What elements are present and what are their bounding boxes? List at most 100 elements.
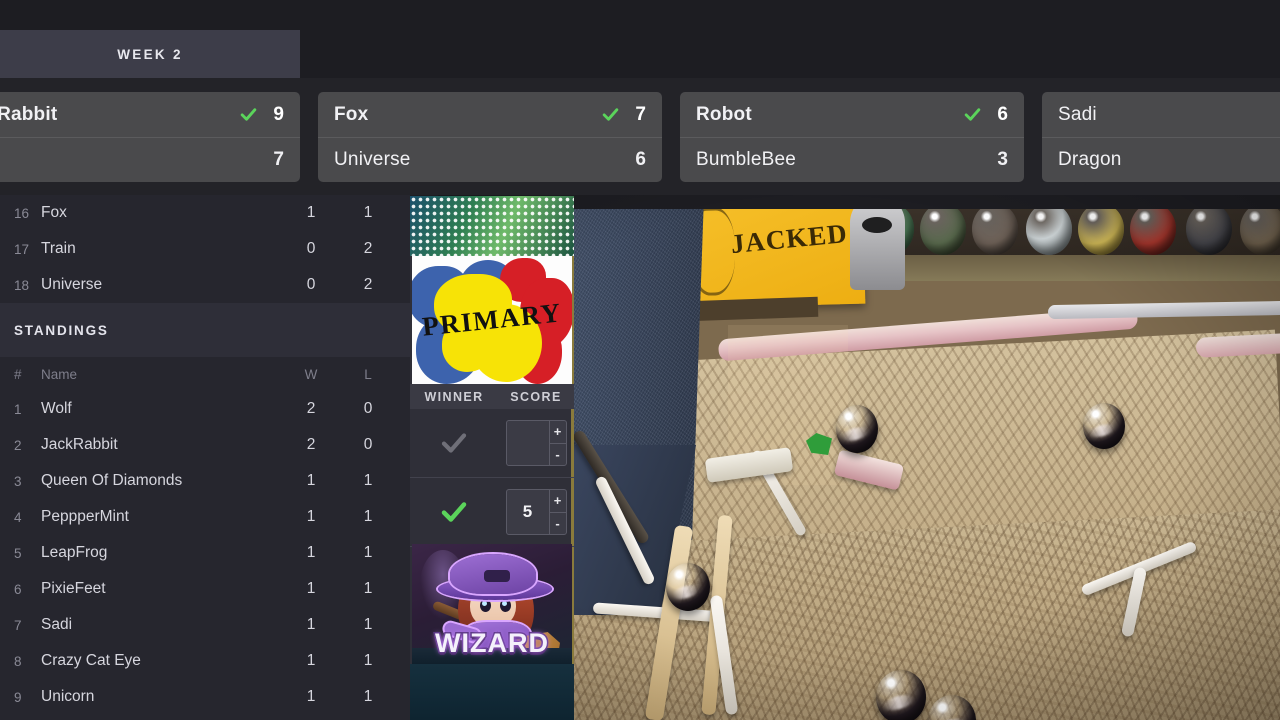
row-wins: 1: [306, 508, 316, 525]
row-name: Crazy Cat Eye: [41, 652, 141, 669]
match-team-score: 6: [997, 103, 1008, 125]
row-name: Wolf: [41, 400, 72, 417]
score-input[interactable]: 5: [507, 490, 549, 534]
check-icon: [441, 433, 467, 453]
row-name: PixieFeet: [41, 580, 106, 597]
list-item[interactable]: 3 Queen Of Diamonds 1 1: [0, 463, 410, 499]
match-team-name: Fox: [334, 103, 369, 125]
match-team-score: 3: [997, 149, 1008, 170]
score-increment-button[interactable]: +: [549, 421, 566, 444]
row-wins: 1: [306, 652, 316, 669]
match-row-bottom[interactable]: Dragon: [1042, 137, 1280, 182]
list-item[interactable]: 7 Sadi 1 1: [0, 607, 410, 643]
match-row-top[interactable]: Robot 6: [680, 92, 1024, 137]
video-marble: [876, 670, 926, 720]
row-name: Universe: [41, 276, 103, 293]
match-row-top[interactable]: Fox 7: [318, 92, 662, 137]
list-item[interactable]: 1 Wolf 2 0: [0, 391, 410, 427]
row-wins: 1: [306, 688, 316, 705]
row-wins: 0: [306, 240, 316, 257]
match-card[interactable]: Robot 6 BumbleBee 3: [680, 92, 1024, 182]
previous-rank-list: 16 Fox 1 1 17 Train 0 2 18 Universe 0 2: [0, 195, 410, 303]
row-losses: 0: [363, 400, 373, 417]
list-item[interactable]: 2 JackRabbit 2 0: [0, 427, 410, 463]
video-marble: [836, 405, 878, 453]
row-losses: 1: [363, 652, 373, 669]
score-increment-button[interactable]: +: [549, 490, 566, 513]
match-card[interactable]: JackRabbit 9 Train 7: [0, 92, 300, 182]
row-rank: 7: [14, 617, 22, 633]
video-shelf-lip: [858, 255, 1280, 281]
winner-checkbox[interactable]: [410, 497, 498, 527]
score-stepper[interactable]: 5 + -: [498, 489, 574, 535]
row-losses: 1: [363, 544, 373, 561]
standings-list: 1 Wolf 2 0 2 JackRabbit 2 0 3 Queen Of D…: [0, 391, 410, 715]
match-team-name: Sadi: [1058, 103, 1097, 125]
row-wins: 1: [306, 472, 316, 489]
match-card[interactable]: Sadi Dragon: [1042, 92, 1280, 182]
wizard-eye-left: [480, 599, 491, 612]
list-item[interactable]: 6 PixieFeet 1 1: [0, 571, 410, 607]
score-input[interactable]: [507, 421, 549, 465]
halftone-banner: [410, 196, 574, 256]
match-row-bottom[interactable]: BumbleBee 3: [680, 137, 1024, 182]
match-team-score: 7: [273, 149, 284, 170]
row-rank: 4: [14, 509, 22, 525]
table-row[interactable]: 18 Universe 0 2: [0, 267, 410, 303]
row-name: Sadi: [41, 616, 73, 633]
app-root: JACKED PRIMARY WINNER SCORE + - 5 + - WI…: [0, 0, 1280, 720]
match-row-top[interactable]: Sadi: [1042, 92, 1280, 137]
score-stepper[interactable]: + -: [498, 420, 574, 466]
video-track-rail-metal: [1047, 300, 1280, 320]
row-rank: 5: [14, 545, 22, 561]
wizard-logo-text: WIZARD: [434, 627, 550, 660]
match-team-name: BumbleBee: [696, 149, 797, 170]
winner-score-header: WINNER SCORE: [410, 384, 574, 409]
check-icon: [441, 502, 467, 522]
list-item[interactable]: 5 LeapFrog 1 1: [0, 535, 410, 571]
match-row-top[interactable]: JackRabbit 9: [0, 92, 300, 137]
match-card[interactable]: Fox 7 Universe 6: [318, 92, 662, 182]
video-marble: [1083, 403, 1125, 449]
match-winner-check: [594, 105, 620, 124]
winner-checkbox[interactable]: [410, 428, 498, 458]
match-team-score: 9: [273, 103, 284, 125]
row-losses: 1: [363, 508, 373, 525]
week-label: WEEK 2: [117, 46, 183, 62]
table-row[interactable]: 16 Fox 1 1: [0, 195, 410, 231]
row-wins: 1: [306, 204, 316, 221]
row-losses: 2: [363, 240, 373, 257]
row-rank: 1: [14, 401, 22, 417]
wizard-hat-band: [484, 570, 510, 582]
row-name: Train: [41, 240, 76, 257]
row-rank: 18: [14, 277, 30, 293]
widget-footer-strip: [410, 664, 574, 720]
match-team-name: JackRabbit: [0, 103, 58, 125]
standings-panel: 16 Fox 1 1 17 Train 0 2 18 Universe 0 2 …: [0, 195, 410, 720]
score-decrement-button[interactable]: -: [550, 444, 566, 466]
match-team-name: Universe: [334, 149, 411, 170]
match-row-bottom[interactable]: Universe 6: [318, 137, 662, 182]
row-rank: 3: [14, 473, 22, 489]
video-sign-base: [687, 296, 819, 322]
row-name: Queen Of Diamonds: [41, 472, 183, 489]
match-team-score: 6: [635, 149, 646, 170]
winner-score-row: 5 + -: [410, 478, 574, 547]
match-team-name: Dragon: [1058, 149, 1122, 170]
row-wins: 1: [306, 580, 316, 597]
matches-band: JackRabbit 9 Train 7 Fox 7 Unive: [0, 78, 1280, 195]
table-row[interactable]: 17 Train 0 2: [0, 231, 410, 267]
match-winner-check: [956, 105, 982, 124]
row-rank: 6: [14, 581, 22, 597]
sign-text: JACKED: [729, 218, 849, 260]
row-wins: 1: [306, 616, 316, 633]
row-rank: 8: [14, 653, 22, 669]
list-item[interactable]: 9 Unicorn 1 1: [0, 679, 410, 715]
match-row-bottom[interactable]: Train 7: [0, 137, 300, 182]
list-item[interactable]: 8 Crazy Cat Eye 1 1: [0, 643, 410, 679]
list-item[interactable]: 4 PeppperMint 1 1: [0, 499, 410, 535]
score-decrement-button[interactable]: -: [550, 513, 566, 535]
wizard-eye-right: [500, 599, 511, 612]
week-header: WEEK 2: [0, 30, 300, 78]
match-team-name: Train: [0, 149, 232, 171]
